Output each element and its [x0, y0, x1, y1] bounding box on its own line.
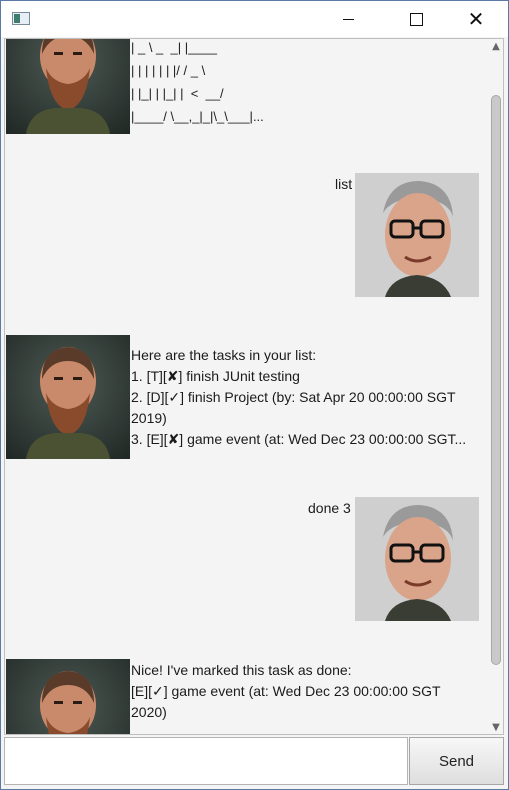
bot-avatar: [6, 39, 130, 134]
scroll-up-icon[interactable]: ▲: [489, 39, 503, 53]
user-message-text: list: [335, 176, 353, 192]
minimize-button[interactable]: [325, 1, 371, 37]
user-message-text: done 3: [308, 500, 351, 516]
app-icon: [12, 12, 30, 25]
bot-message-text: Nice! I've marked this task as done: [E]…: [131, 662, 441, 720]
maximize-button[interactable]: [393, 1, 439, 37]
close-button[interactable]: ✕: [453, 1, 499, 37]
send-button[interactable]: Send: [409, 737, 504, 785]
bot-avatar: [6, 659, 130, 734]
close-icon: ✕: [467, 7, 485, 31]
user-avatar: [355, 497, 479, 621]
maximize-icon: [409, 12, 423, 26]
chat-scroll-pane[interactable]: | _ \ _ _| |____ | | | | | | |/ / _ \ | …: [4, 38, 504, 735]
title-bar: ✕: [1, 1, 508, 37]
app-window: ✕ | _ \ _ _| |____ | | | | | | |/ / _ \: [0, 0, 509, 790]
minimize-icon: [342, 18, 354, 20]
scrollbar-thumb[interactable]: [491, 95, 501, 665]
scroll-down-icon[interactable]: ▼: [489, 720, 503, 734]
bot-message-text: | _ \ _ _| |____ | | | | | | |/ / _ \ | …: [131, 40, 264, 124]
user-avatar: [355, 173, 479, 297]
bot-message-text: Here are the tasks in your list: 1. [T][…: [131, 347, 467, 447]
dialog-container: | _ \ _ _| |____ | | | | | | |/ / _ \ | …: [5, 39, 489, 734]
vertical-scrollbar[interactable]: ▲ ▼: [489, 39, 503, 734]
message-input[interactable]: [4, 737, 408, 785]
bot-avatar: [6, 335, 130, 459]
